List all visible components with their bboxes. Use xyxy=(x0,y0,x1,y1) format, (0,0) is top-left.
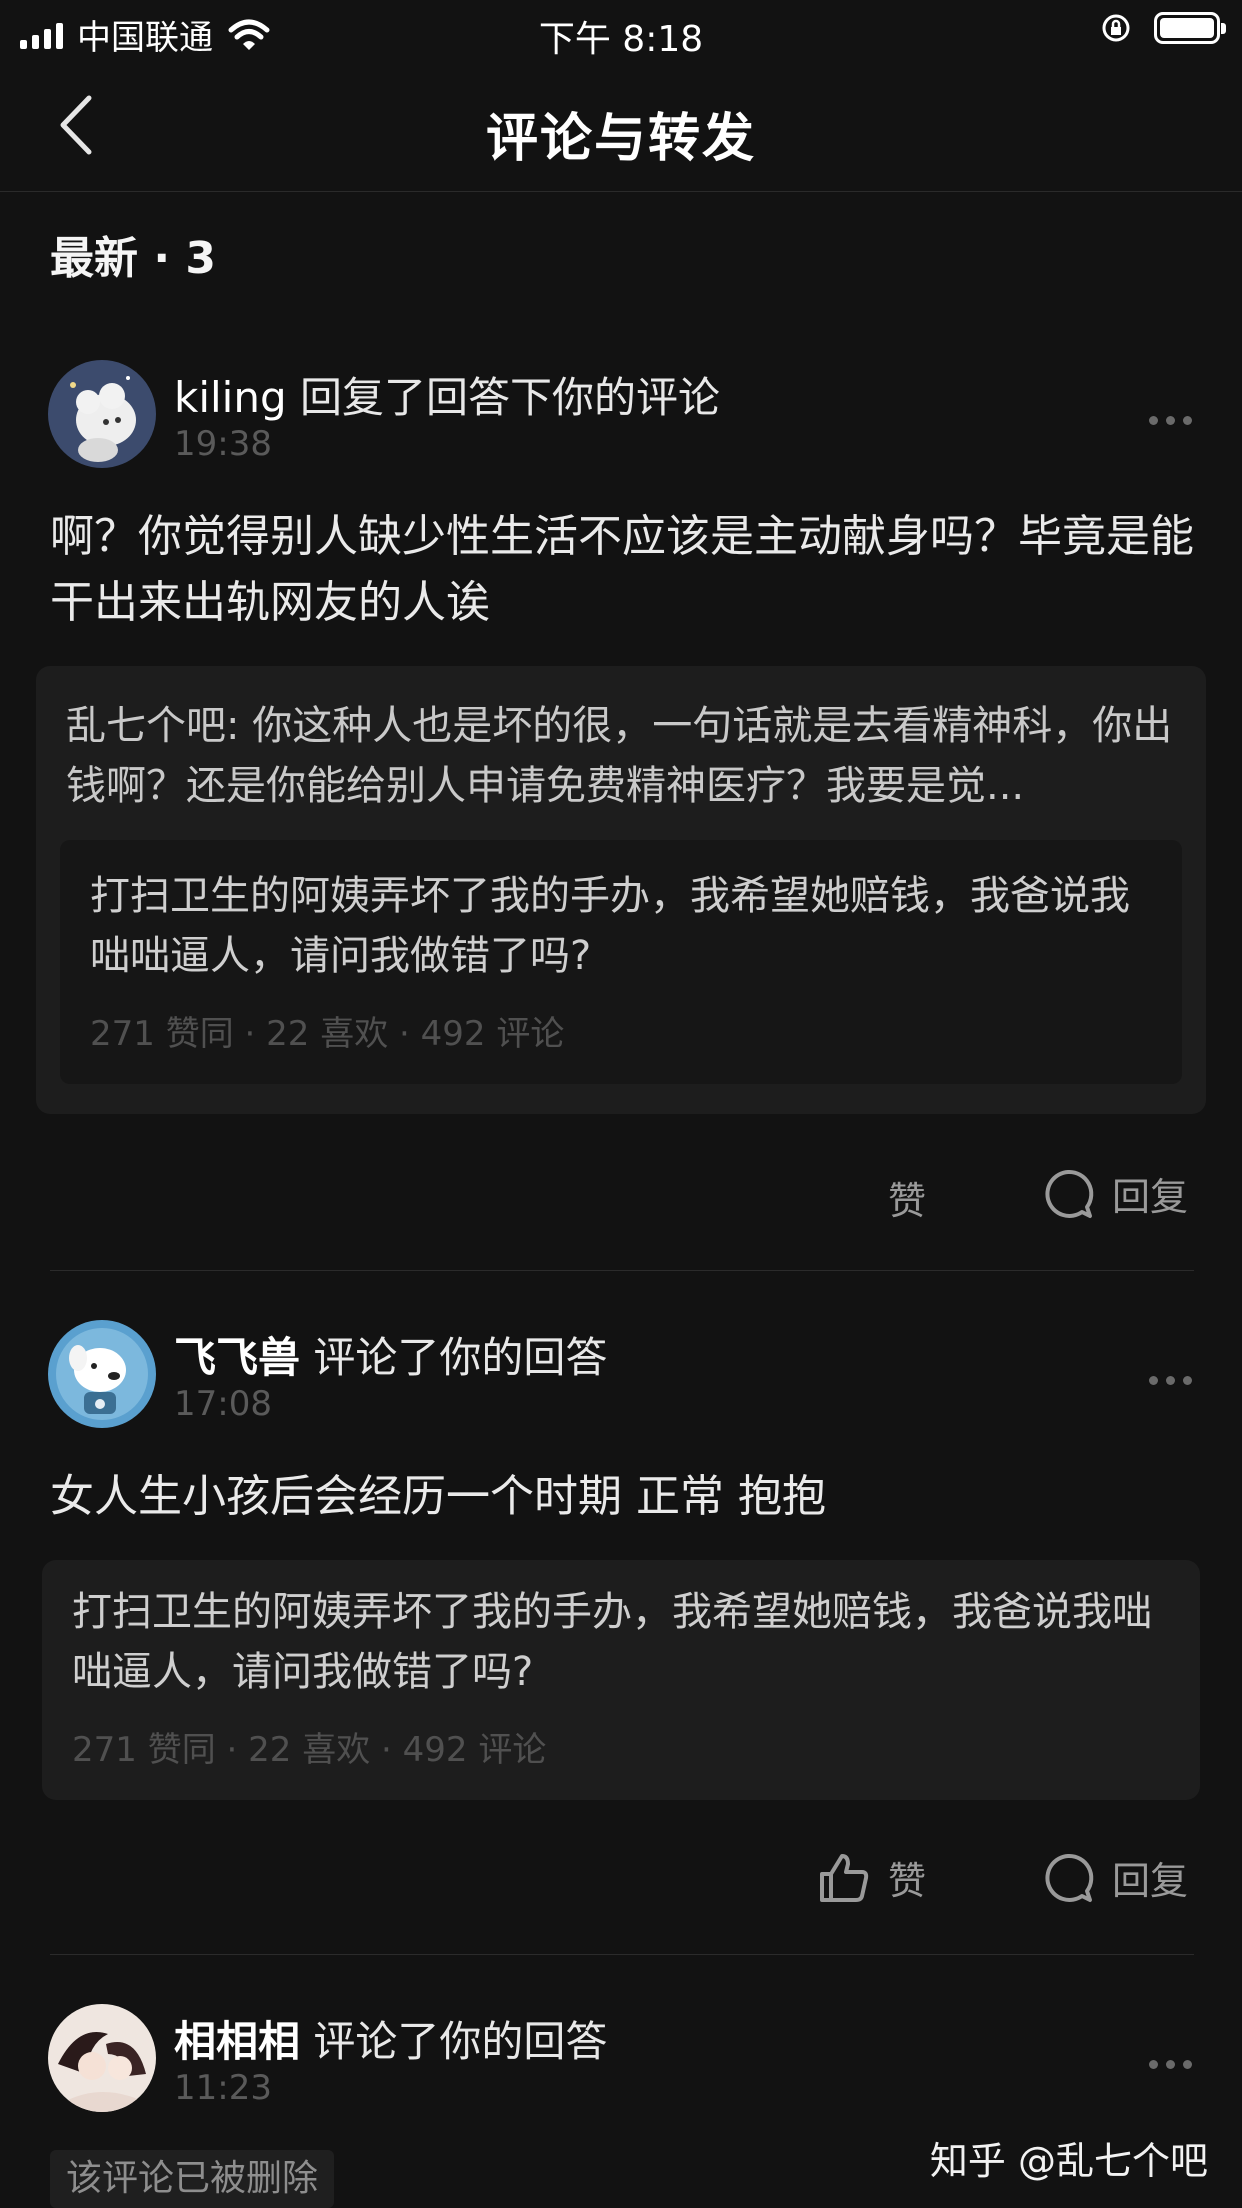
timestamp: 19:38 xyxy=(174,424,272,464)
more-button[interactable] xyxy=(1149,416,1192,425)
username[interactable]: 飞飞兽 xyxy=(174,1333,300,1382)
quoted-comment-text: 乱七个吧: 你这种人也是坏的很，一句话就是去看精神科，你出钱啊？还是你能给别人申… xyxy=(66,703,1173,809)
like-button[interactable]: 赞 xyxy=(818,1850,926,1905)
avatar[interactable] xyxy=(48,360,156,468)
rotation-lock-icon xyxy=(1102,14,1130,42)
avatar[interactable] xyxy=(48,2004,156,2112)
like-button[interactable]: 赞 xyxy=(888,1170,926,1225)
like-label: 赞 xyxy=(888,1179,927,1223)
reply-label: 回复 xyxy=(1112,1175,1189,1219)
comment-text[interactable]: 啊？你觉得别人缺少性生活不应该是主动献身吗？毕竟是能干出来出轨网友的人诶 xyxy=(50,504,1200,636)
question-stats: 271 赞同 · 22 喜欢 · 492 评论 xyxy=(72,1730,547,1770)
page-title: 评论与转发 xyxy=(485,109,756,169)
quoted-comment-card[interactable]: 乱七个吧: 你这种人也是坏的很，一句话就是去看精神科，你出钱啊？还是你能给别人申… xyxy=(36,666,1206,1114)
watermark: 知乎 @乱七个吧 xyxy=(929,2139,1208,2183)
deleted-comment-label: 该评论已被删除 xyxy=(50,2150,335,2208)
avatar[interactable] xyxy=(48,1320,156,1428)
question-stats: 271 赞同 · 22 喜欢 · 492 评论 xyxy=(90,1014,565,1054)
question-title: 打扫卫生的阿姨弄坏了我的手办，我希望她赔钱，我爸说我咄咄逼人，请问我做错了吗? xyxy=(90,873,1130,979)
battery-icon xyxy=(1154,12,1226,44)
question-card[interactable]: 打扫卫生的阿姨弄坏了我的手办，我希望她赔钱，我爸说我咄咄逼人，请问我做错了吗? … xyxy=(60,840,1182,1084)
notification-action: 评论了你的回答 xyxy=(300,1333,608,1382)
comment-text[interactable]: 女人生小孩后会经历一个时期 正常 抱抱 xyxy=(50,1464,1200,1530)
notification-action: 评论了你的回答 xyxy=(300,2017,608,2066)
notification-action: 回复了回答下你的评论 xyxy=(286,373,720,422)
timestamp: 17:08 xyxy=(174,1384,272,1424)
more-button[interactable] xyxy=(1149,1376,1192,1385)
question-card[interactable]: 打扫卫生的阿姨弄坏了我的手办，我希望她赔钱，我爸说我咄咄逼人，请问我做错了吗? … xyxy=(42,1560,1200,1800)
status-bar: 中国联通 下午 8:18 xyxy=(0,0,1242,62)
timestamp: 11:23 xyxy=(174,2068,272,2108)
divider xyxy=(50,1270,1194,1271)
reply-button[interactable]: 回复 xyxy=(1042,1850,1188,1905)
nav-bar: 评论与转发 xyxy=(0,62,1242,192)
comment-bubble-icon xyxy=(1045,1169,1094,1218)
more-button[interactable] xyxy=(1149,2060,1192,2069)
username[interactable]: kiling xyxy=(174,373,287,422)
reply-label: 回复 xyxy=(1112,1859,1189,1903)
thumbs-up-icon xyxy=(820,1853,869,1902)
reply-button[interactable]: 回复 xyxy=(1042,1166,1188,1221)
comment-bubble-icon xyxy=(1045,1853,1094,1902)
section-title: 最新 · 3 xyxy=(50,233,216,284)
status-time: 下午 8:18 xyxy=(538,19,704,60)
question-title: 打扫卫生的阿姨弄坏了我的手办，我希望她赔钱，我爸说我咄咄逼人，请问我做错了吗? xyxy=(72,1589,1152,1695)
like-label: 赞 xyxy=(888,1859,927,1903)
divider xyxy=(50,1954,1194,1955)
username[interactable]: 相相相 xyxy=(174,2017,300,2066)
